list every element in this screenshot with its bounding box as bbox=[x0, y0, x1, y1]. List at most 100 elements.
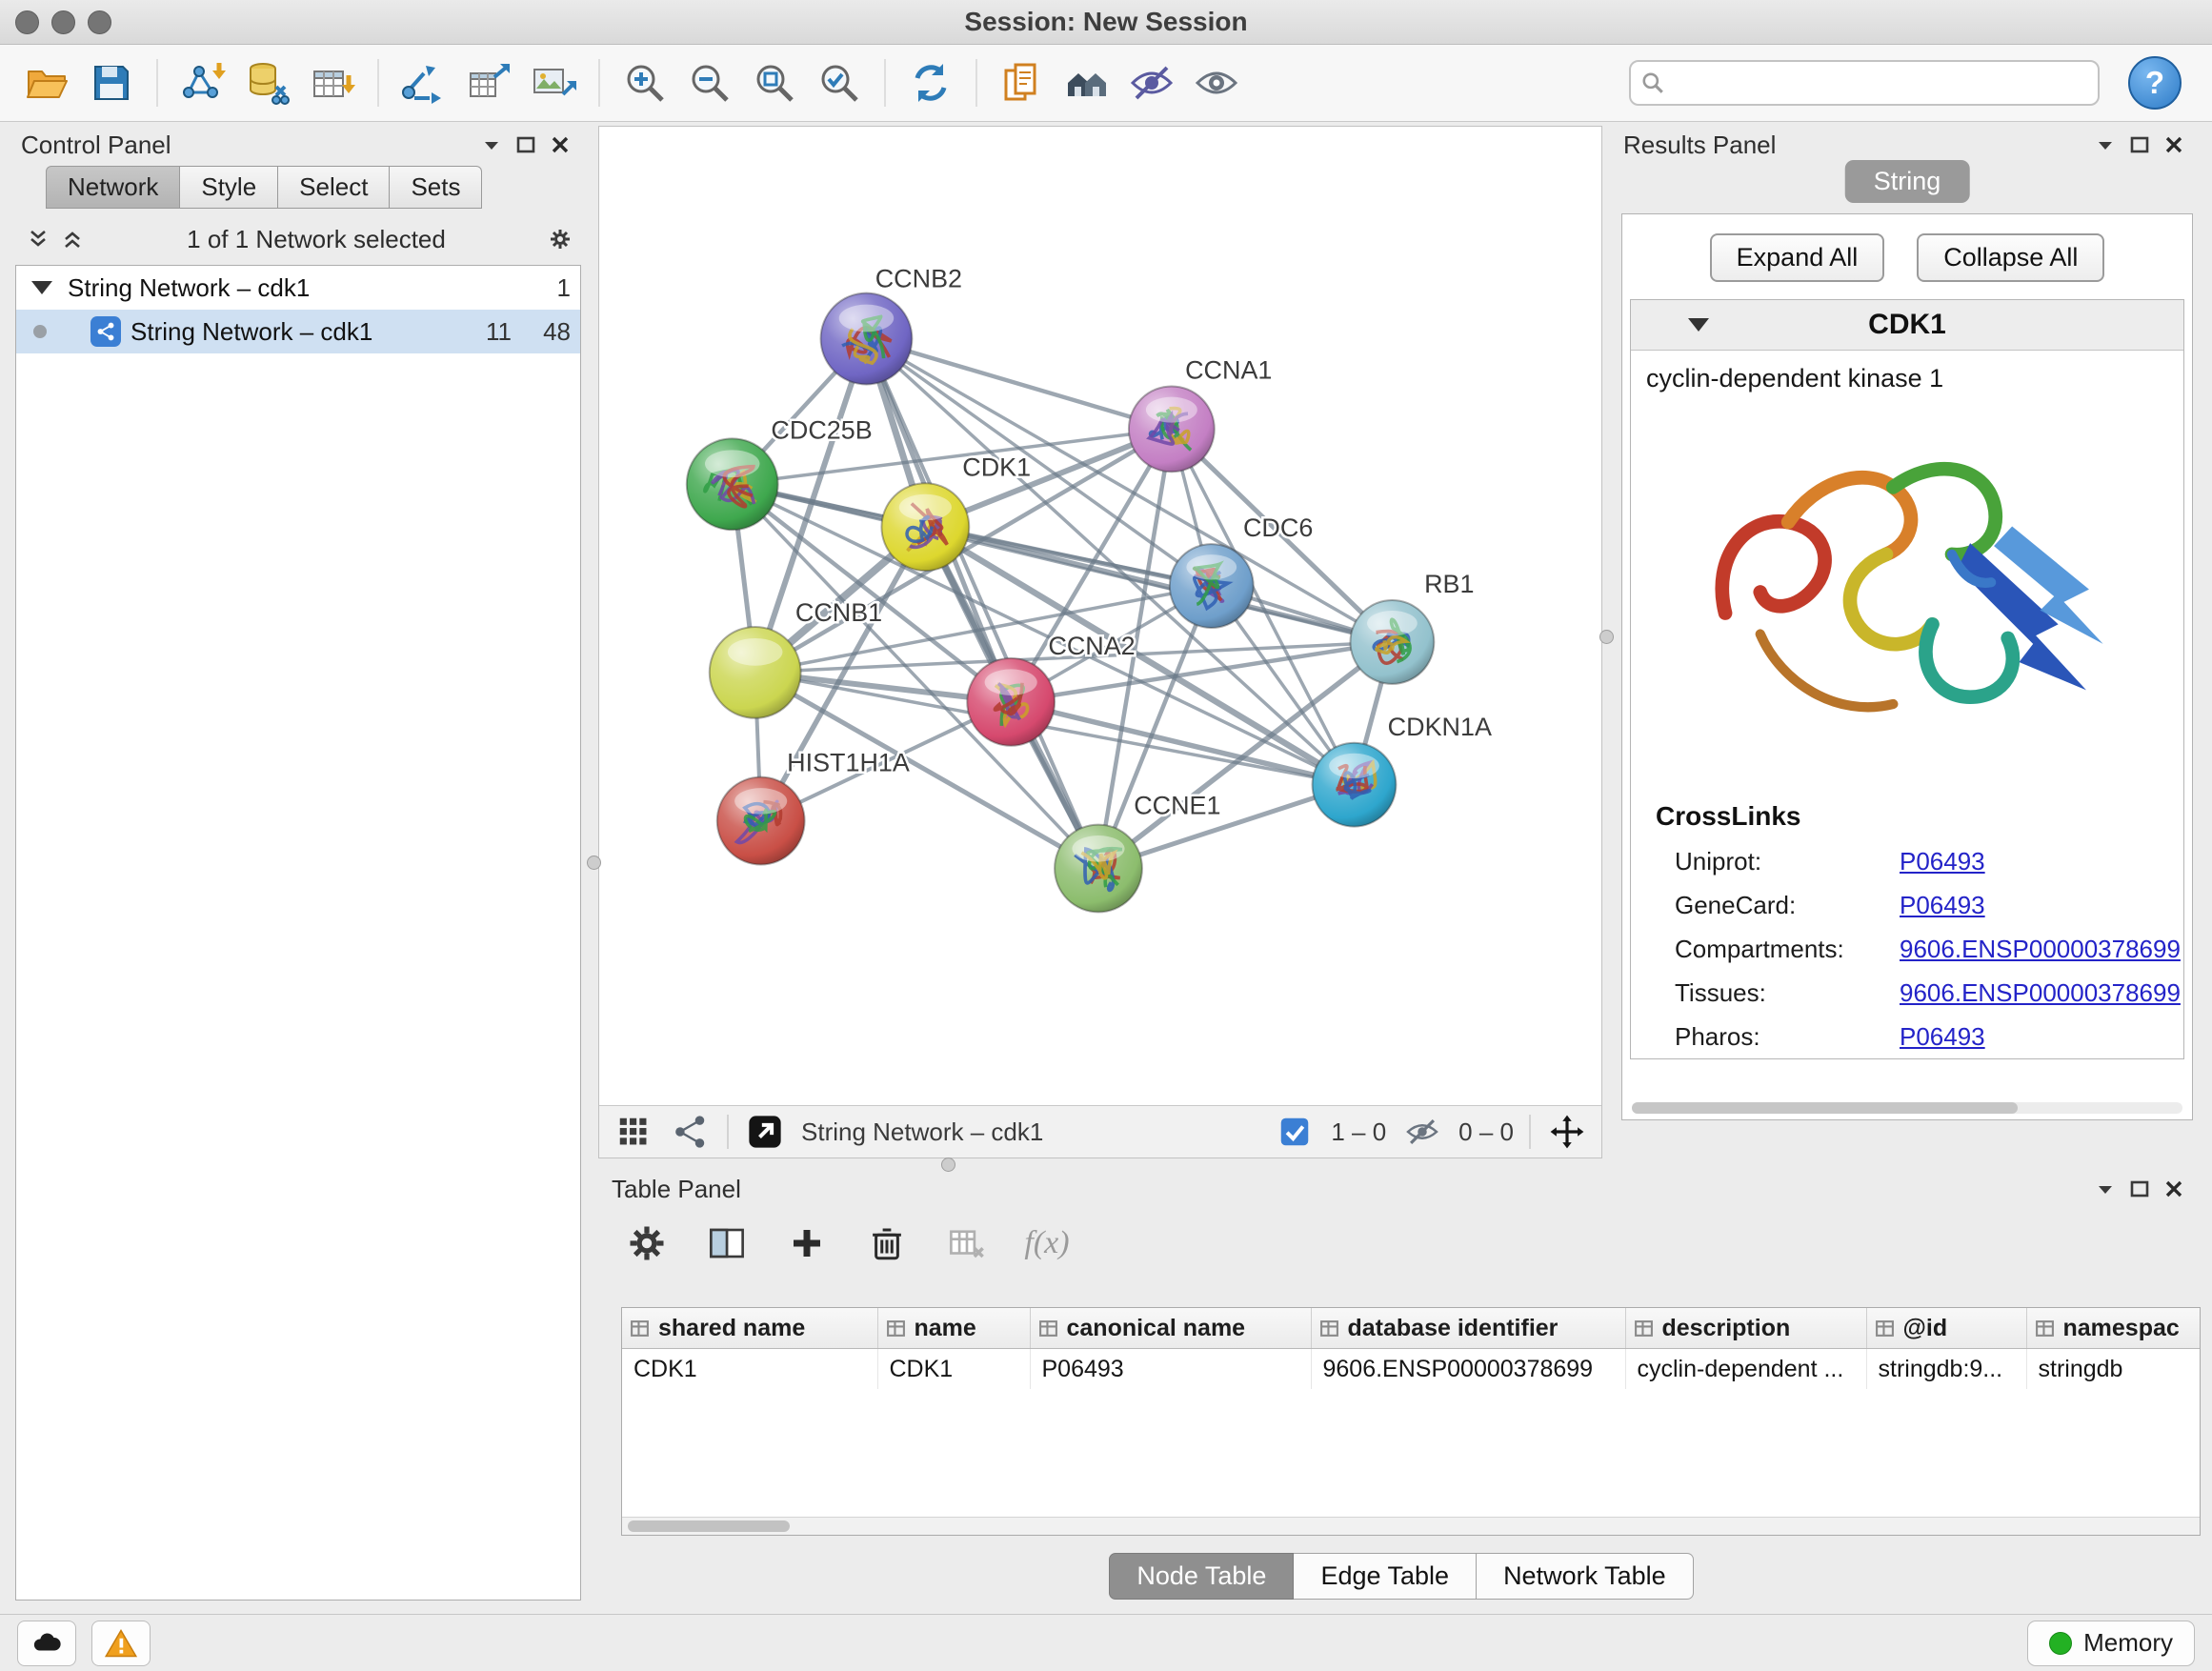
birds-eye-view-button[interactable] bbox=[613, 1111, 654, 1153]
network-node-CCNA1[interactable]: CCNA1 bbox=[1129, 355, 1272, 472]
panel-menu-button[interactable] bbox=[2088, 1174, 2122, 1204]
table-tabs: Node Table Edge Table Network Table bbox=[598, 1553, 2204, 1600]
network-row-label: String Network – cdk1 bbox=[131, 317, 452, 347]
delete-column-button[interactable] bbox=[859, 1216, 915, 1271]
tab-node-table[interactable]: Node Table bbox=[1109, 1553, 1294, 1600]
table-options-button[interactable] bbox=[619, 1216, 674, 1271]
trash-icon bbox=[867, 1223, 907, 1263]
column-header-name[interactable]: name bbox=[877, 1308, 1030, 1349]
disclosure-triangle-icon[interactable] bbox=[31, 281, 52, 294]
import-network-from-file-button[interactable] bbox=[173, 53, 232, 112]
memory-button[interactable]: Memory bbox=[2027, 1621, 2195, 1666]
tab-edge-table[interactable]: Edge Table bbox=[1294, 1553, 1477, 1600]
table-horizontal-scrollbar[interactable] bbox=[622, 1517, 2200, 1535]
splitter-handle[interactable] bbox=[1599, 630, 1614, 644]
network-node-CCNB1[interactable]: CCNB1 bbox=[710, 598, 882, 718]
network-node-CDK1[interactable]: CDK1 bbox=[881, 453, 1031, 571]
zoom-fit-button[interactable] bbox=[745, 53, 804, 112]
save-session-button[interactable] bbox=[82, 53, 141, 112]
duplicate-document-button[interactable] bbox=[993, 53, 1052, 112]
zoom-in-button[interactable] bbox=[615, 53, 674, 112]
column-header-database-identifier[interactable]: database identifier bbox=[1311, 1308, 1625, 1349]
collapse-all-button[interactable]: Collapse All bbox=[1917, 233, 2104, 282]
network-options-button[interactable] bbox=[543, 224, 577, 254]
show-columns-button[interactable] bbox=[699, 1216, 754, 1271]
crosslink-label: Pharos: bbox=[1675, 1022, 1900, 1052]
pan-mode-button[interactable] bbox=[1546, 1111, 1588, 1153]
tab-network[interactable]: Network bbox=[46, 166, 180, 209]
column-header--id[interactable]: @id bbox=[1866, 1308, 2026, 1349]
node-label: CCNE1 bbox=[1134, 792, 1220, 820]
network-node-CCNE1[interactable]: CCNE1 bbox=[1055, 792, 1220, 913]
column-header-canonical-name[interactable]: canonical name bbox=[1030, 1308, 1311, 1349]
home-view-button[interactable] bbox=[1057, 53, 1116, 112]
tab-style[interactable]: Style bbox=[180, 166, 278, 209]
houses-icon bbox=[1064, 60, 1110, 106]
uniprot-link[interactable]: P06493 bbox=[1900, 847, 1985, 876]
status-bar: Memory bbox=[0, 1614, 2212, 1671]
crosslinks-title: CrossLinks bbox=[1656, 801, 2183, 832]
protein-section-header[interactable]: CDK1 bbox=[1631, 300, 2183, 351]
zoom-selected-button[interactable] bbox=[810, 53, 869, 112]
network-node-RB1[interactable]: RB1 bbox=[1351, 570, 1475, 684]
network-node-CDC25B[interactable]: CDC25B bbox=[687, 415, 873, 530]
table-row[interactable]: CDK1CDK1P064939606.ENSP00000378699cyclin… bbox=[622, 1349, 2201, 1390]
open-session-button[interactable] bbox=[17, 53, 76, 112]
column-header-shared-name[interactable]: shared name bbox=[622, 1308, 877, 1349]
zoom-out-button[interactable] bbox=[680, 53, 739, 112]
hide-annotations-button[interactable] bbox=[1122, 53, 1181, 112]
scrollbar-thumb[interactable] bbox=[1632, 1102, 2018, 1114]
warnings-button[interactable] bbox=[91, 1621, 151, 1666]
network-overview-button[interactable] bbox=[670, 1111, 712, 1153]
network-canvas[interactable]: CCNB2CCNA1CDC25BCDK1CDC6RB1CCNB1CCNA2CDK… bbox=[599, 127, 1601, 1105]
network-collection-count: 1 bbox=[521, 273, 571, 303]
column-header-description[interactable]: description bbox=[1625, 1308, 1866, 1349]
import-table-button[interactable] bbox=[303, 53, 362, 112]
delete-table-button[interactable] bbox=[939, 1216, 995, 1271]
network-graph[interactable]: CCNB2CCNA1CDC25BCDK1CDC6RB1CCNB1CCNA2CDK… bbox=[599, 127, 1601, 1105]
network-node-CDKN1A[interactable]: CDKN1A bbox=[1313, 713, 1492, 827]
apply-layout-button[interactable] bbox=[901, 53, 960, 112]
results-scrollbar[interactable] bbox=[1632, 1102, 2182, 1114]
help-button[interactable]: ? bbox=[2128, 56, 2182, 110]
column-header-namespac[interactable]: namespac bbox=[2026, 1308, 2201, 1349]
splitter-handle[interactable] bbox=[587, 856, 601, 870]
tab-string[interactable]: String bbox=[1845, 160, 1970, 203]
network-node-HIST1H1A[interactable]: HIST1H1A bbox=[717, 749, 910, 865]
collapse-all-networks-button[interactable] bbox=[21, 224, 55, 254]
expand-all-networks-button[interactable] bbox=[55, 224, 90, 254]
add-column-button[interactable] bbox=[779, 1216, 835, 1271]
tab-network-table[interactable]: Network Table bbox=[1477, 1553, 1694, 1600]
tab-sets[interactable]: Sets bbox=[390, 166, 482, 209]
export-image-button[interactable] bbox=[524, 53, 583, 112]
new-network-from-selection-button[interactable] bbox=[394, 53, 453, 112]
network-collection-row[interactable]: String Network – cdk1 1 bbox=[16, 266, 580, 310]
panel-menu-button[interactable] bbox=[2088, 130, 2122, 160]
tissues-link[interactable]: 9606.ENSP00000378699 bbox=[1900, 978, 2181, 1008]
network-row[interactable]: String Network – cdk1 11 48 bbox=[16, 310, 580, 353]
cloud-status-button[interactable] bbox=[17, 1621, 76, 1666]
expand-all-button[interactable]: Expand All bbox=[1710, 233, 1885, 282]
show-view-button[interactable] bbox=[1187, 53, 1246, 112]
tab-select[interactable]: Select bbox=[278, 166, 390, 209]
crosslink-label: Tissues: bbox=[1675, 978, 1900, 1008]
compartments-link[interactable]: 9606.ENSP00000378699 bbox=[1900, 935, 2181, 964]
panel-close-button[interactable] bbox=[2157, 130, 2191, 160]
panel-float-button[interactable] bbox=[2122, 130, 2157, 160]
panel-float-button[interactable] bbox=[509, 130, 543, 160]
export-view-button[interactable] bbox=[744, 1111, 786, 1153]
search-input[interactable] bbox=[1673, 68, 2088, 99]
panel-close-button[interactable] bbox=[2157, 1174, 2191, 1204]
genecard-link[interactable]: P06493 bbox=[1900, 891, 1985, 920]
gear-icon bbox=[627, 1223, 667, 1263]
panel-menu-button[interactable] bbox=[474, 130, 509, 160]
scrollbar-thumb[interactable] bbox=[628, 1520, 790, 1532]
function-builder-button[interactable]: f(x) bbox=[1019, 1216, 1075, 1271]
panel-float-button[interactable] bbox=[2122, 1174, 2157, 1204]
new-table-from-network-button[interactable] bbox=[459, 53, 518, 112]
panel-close-button[interactable] bbox=[543, 130, 577, 160]
pharos-link[interactable]: P06493 bbox=[1900, 1022, 1985, 1052]
splitter-handle[interactable] bbox=[941, 1158, 955, 1172]
network-node-CCNB2[interactable]: CCNB2 bbox=[821, 265, 962, 385]
import-network-from-database-button[interactable] bbox=[238, 53, 297, 112]
